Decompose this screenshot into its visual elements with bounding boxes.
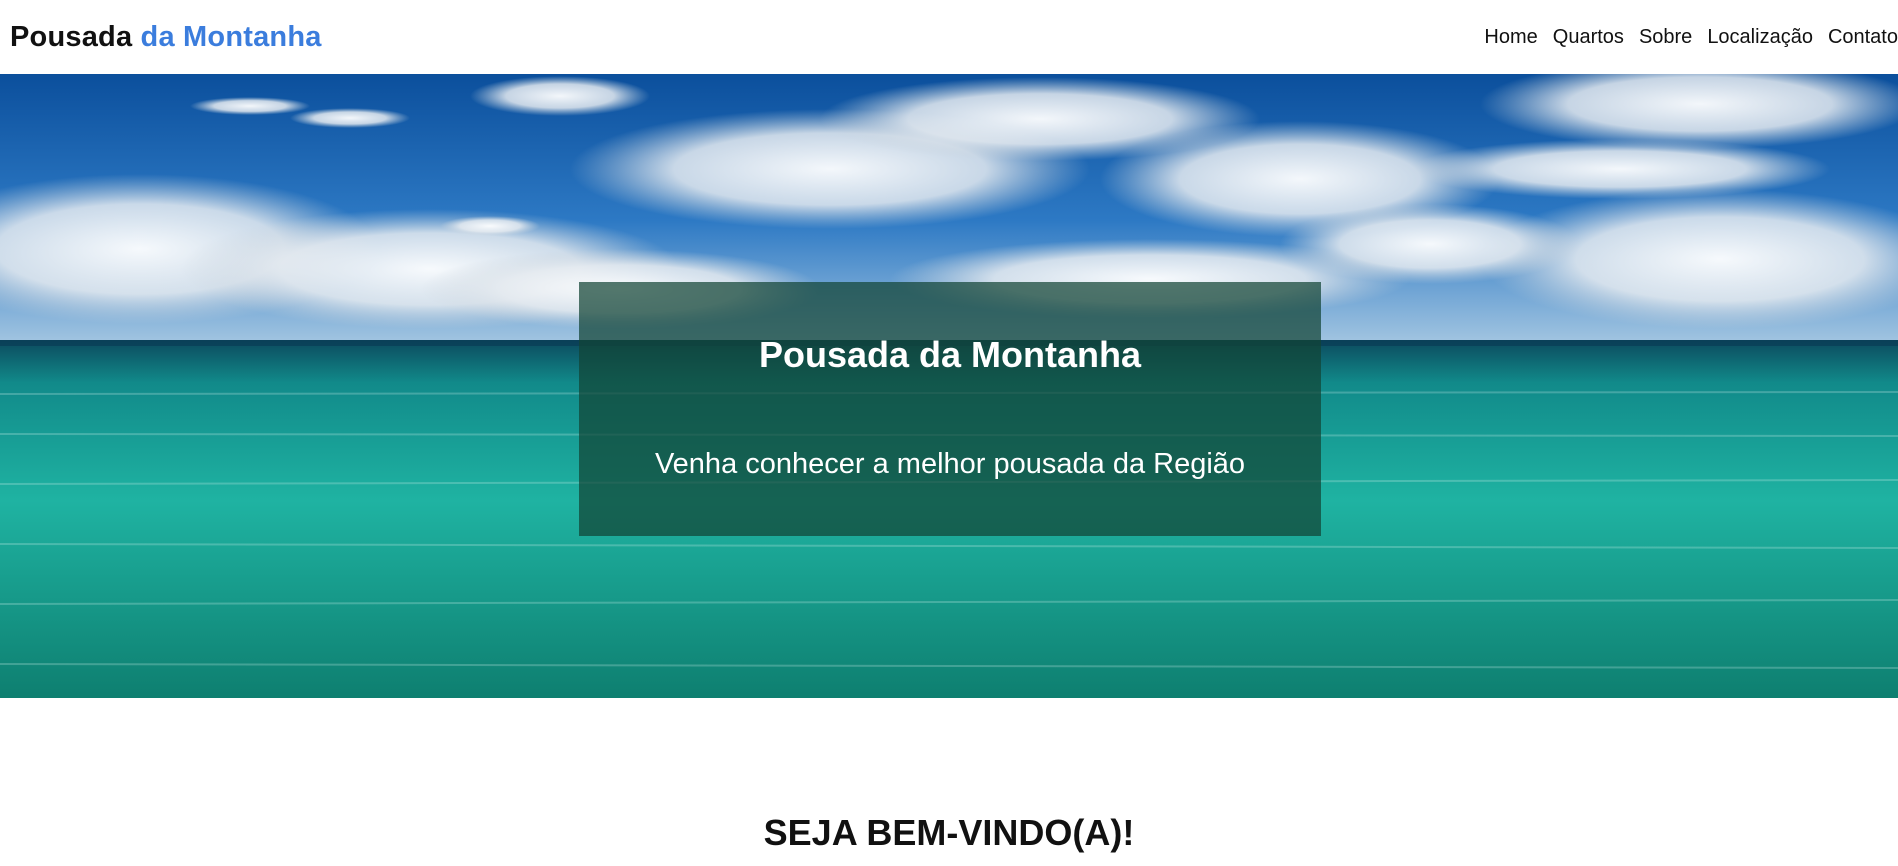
nav-link-home[interactable]: Home: [1484, 26, 1537, 49]
hero-title: Pousada da Montanha: [758, 334, 1142, 375]
nav-link-localizacao[interactable]: Localização: [1707, 26, 1813, 49]
brand-name-part2: da Montanha: [140, 20, 322, 53]
welcome-heading: SEJA BEM-VINDO(A)!: [763, 812, 1135, 853]
hero-overlay-box: Pousada da Montanha Venha conhecer a mel…: [579, 282, 1321, 536]
brand-name-part1: Pousada: [10, 20, 133, 53]
hero-subtitle: Venha conhecer a melhor pousada da Regiã…: [654, 448, 1246, 480]
nav-link-sobre[interactable]: Sobre: [1639, 26, 1692, 49]
hero-section: Pousada da Montanha Venha conhecer a mel…: [0, 74, 1898, 698]
nav-link-quartos[interactable]: Quartos: [1553, 26, 1624, 49]
navbar: Pousada da Montanha Home Quartos Sobre L…: [0, 0, 1898, 74]
brand-logo[interactable]: Pousada da Montanha: [10, 21, 322, 54]
main-nav: Home Quartos Sobre Localização Contato: [1484, 26, 1898, 49]
nav-link-contato[interactable]: Contato: [1828, 26, 1898, 49]
